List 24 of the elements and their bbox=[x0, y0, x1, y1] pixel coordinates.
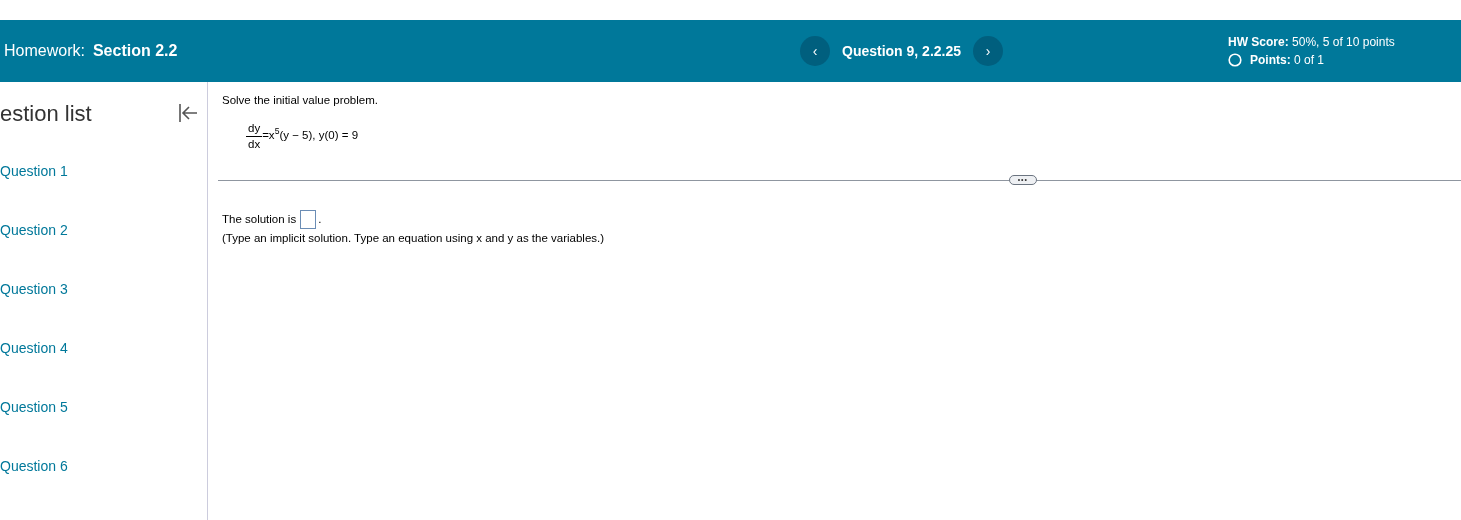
section-title: Section 2.2 bbox=[92, 41, 178, 61]
question-link[interactable]: Question 2 bbox=[0, 201, 207, 260]
prompt-text: Solve the initial value problem. bbox=[222, 93, 379, 108]
period-text: . bbox=[318, 211, 322, 227]
question-link[interactable]: Question 1 bbox=[0, 142, 207, 201]
next-question-button[interactable]: › bbox=[973, 36, 1004, 66]
equation-text: =x$^{5}$(y − 5), y(0) = 9 bbox=[262, 126, 359, 143]
question-link[interactable]: Question 4 bbox=[0, 319, 207, 378]
question-link[interactable]: Question 6 bbox=[0, 437, 207, 496]
collapse-icon[interactable] bbox=[177, 102, 199, 124]
answer-label: The solution is bbox=[222, 211, 297, 227]
question-list-title: estion list bbox=[0, 99, 92, 128]
previous-question-button[interactable]: ‹ bbox=[800, 36, 830, 66]
homework-label: Homework: bbox=[4, 41, 85, 61]
hw-score: HW Score: 50%, 5 of 10 points bbox=[1228, 34, 1395, 51]
question-link[interactable]: Question 3 bbox=[0, 260, 207, 319]
question-title: Question 9, 2.2.25 bbox=[841, 41, 963, 61]
fraction-denominator: dx bbox=[248, 136, 261, 151]
question-link[interactable]: Question 5 bbox=[0, 378, 207, 437]
status-circle-icon bbox=[1228, 53, 1242, 67]
answer-field[interactable] bbox=[300, 210, 317, 229]
hint-text: (Type an implicit solution. Type an equation using x and y as the variables.) bbox=[222, 231, 606, 246]
points-text: Points: 0 of 1 bbox=[1250, 52, 1325, 69]
fraction-numerator: dy bbox=[246, 121, 263, 137]
